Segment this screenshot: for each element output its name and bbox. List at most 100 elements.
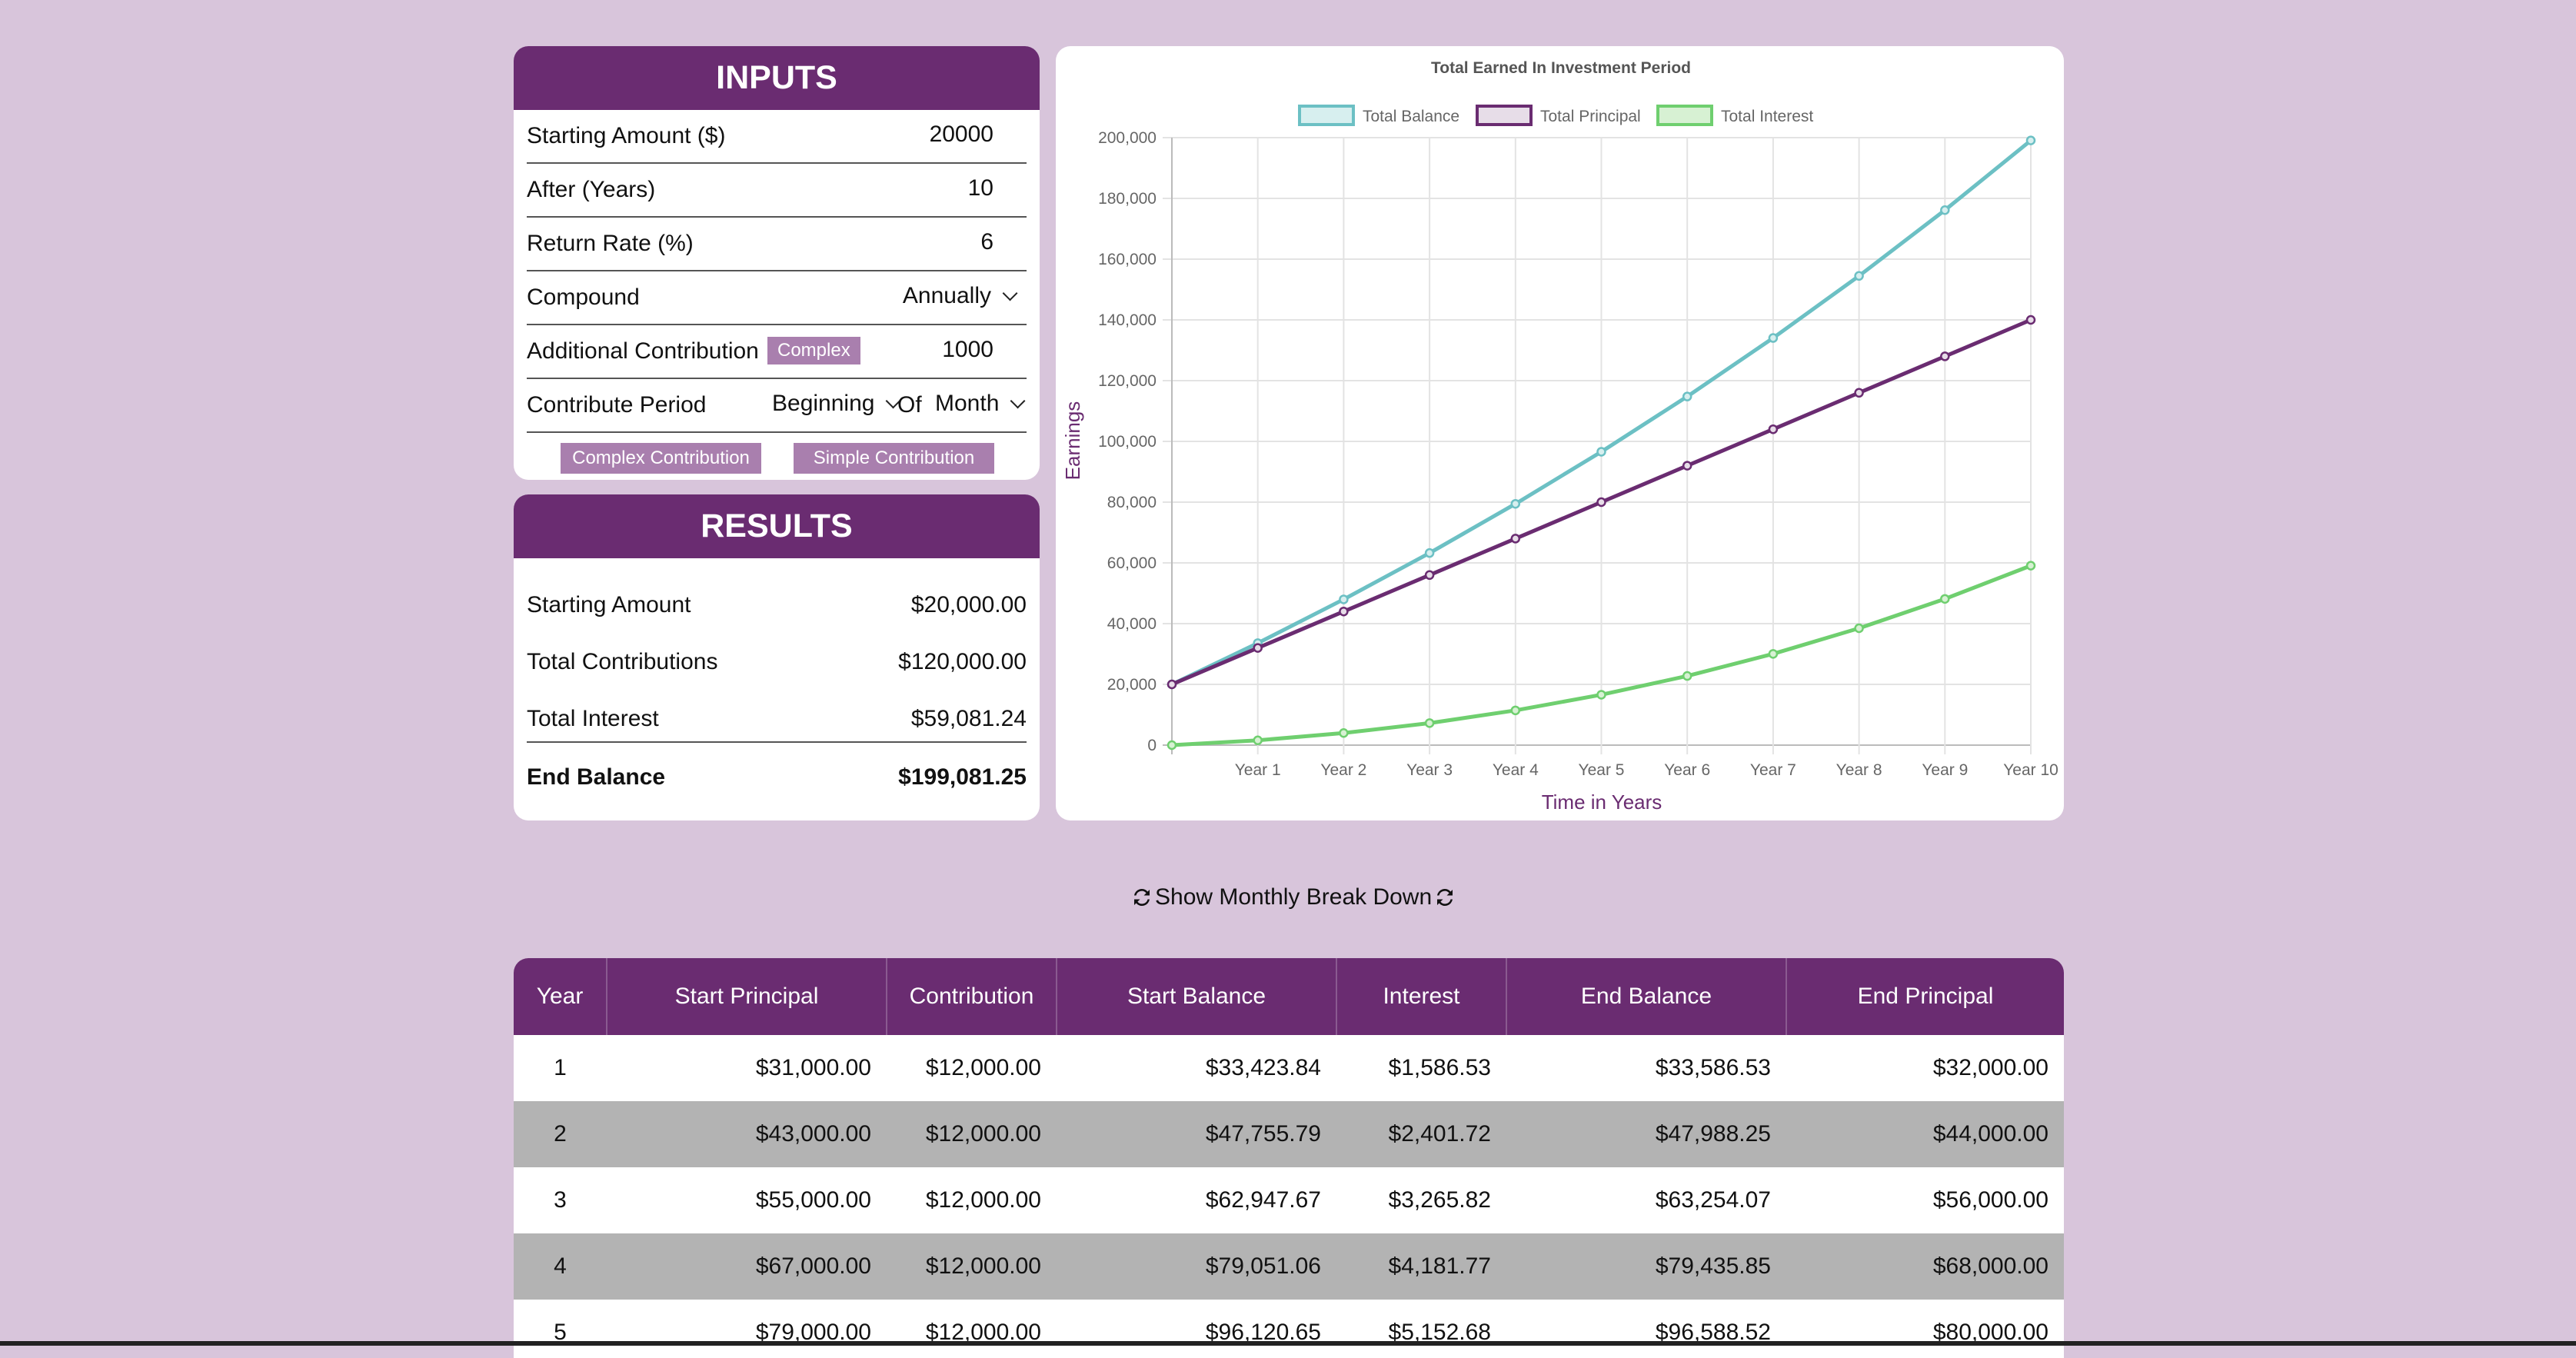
table-cell: $56,000.00: [1932, 1187, 2048, 1213]
y-tick-label: 140,000: [1098, 311, 1157, 329]
result-starting-amount: Starting Amount $20,000.00: [527, 581, 1027, 627]
chart-title: Total Earned In Investment Period: [1431, 59, 1691, 77]
legend-swatch: [1476, 105, 1533, 126]
compound-select[interactable]: Annually: [902, 283, 1018, 309]
window-bottom-edge: [0, 1341, 2576, 1346]
y-tick-label: 120,000: [1098, 372, 1157, 390]
y-tick-label: 20,000: [1107, 676, 1157, 694]
contribution-row: Additional Contribution Complex 1000: [527, 325, 1027, 379]
period-unit-value: Month: [935, 391, 1000, 416]
table-cell: $47,755.79: [1057, 1101, 1336, 1167]
period-label: Contribute Period: [527, 392, 707, 418]
data-point: [2025, 315, 2036, 325]
data-point: [1253, 735, 1263, 745]
x-tick-label: Year 1: [1235, 761, 1281, 779]
data-point: [1940, 205, 1950, 215]
table-cell: $55,000.00: [755, 1187, 871, 1213]
table-cell: $63,254.07: [1655, 1187, 1771, 1213]
x-tick-label: Year 3: [1406, 761, 1453, 779]
result-value: $59,081.24: [910, 706, 1027, 731]
table-cell: $4,181.77: [1336, 1233, 1506, 1300]
table-cell: $62,947.67: [1205, 1187, 1321, 1213]
table-cell: $67,000.00: [607, 1233, 887, 1300]
data-point: [1339, 594, 1349, 604]
table-cell: $31,000.00: [755, 1055, 871, 1080]
rate-input[interactable]: 6: [980, 229, 993, 255]
period-start-value: Beginning: [772, 391, 875, 416]
y-tick-label: 160,000: [1098, 251, 1157, 268]
table-row: 1 $31,000.00 $12,000.00 $33,423.84 $1,58…: [514, 1035, 2064, 1101]
column-header: End Principal: [1786, 958, 2064, 1035]
data-point: [2025, 135, 2036, 145]
legend-label: Total Principal: [1540, 108, 1641, 125]
contribution-label: Additional Contribution: [527, 338, 759, 364]
table-cell: $12,000.00: [925, 1187, 1041, 1213]
y-tick-label: 180,000: [1098, 190, 1157, 208]
simple-contribution-button[interactable]: Simple Contribution: [794, 443, 994, 474]
complex-tag-button[interactable]: Complex: [767, 337, 860, 364]
data-point: [1339, 727, 1349, 738]
data-point: [1510, 498, 1521, 509]
data-point: [1940, 351, 1950, 361]
table-cell: $12,000.00: [925, 1055, 1041, 1080]
y-tick-label: 40,000: [1107, 615, 1157, 633]
complex-contribution-button[interactable]: Complex Contribution: [561, 443, 761, 474]
result-end-balance: End Balance $199,081.25: [527, 754, 1027, 800]
rate-row: Return Rate (%) 6: [527, 218, 1027, 271]
years-label: After (Years): [527, 177, 656, 202]
table-cell: $80,000.00: [1932, 1320, 2048, 1345]
data-point: [1424, 548, 1435, 558]
period-start-select[interactable]: Beginning: [772, 391, 901, 417]
period-row: Contribute Period Beginning Of Month: [527, 379, 1027, 433]
data-point: [1424, 570, 1435, 581]
data-point: [1682, 391, 1692, 401]
table-cell: $32,000.00: [1932, 1055, 2048, 1080]
table-cell: $47,988.25: [1506, 1101, 1786, 1167]
y-tick-label: 80,000: [1107, 494, 1157, 511]
starting-amount-label: Starting Amount ($): [527, 123, 726, 148]
table-cell: $33,423.84: [1205, 1055, 1321, 1080]
years-row: After (Years) 10: [527, 164, 1027, 218]
data-point: [1940, 594, 1950, 604]
monthly-breakdown-toggle[interactable]: Show Monthly Break Down: [1130, 884, 1456, 910]
compound-value: Annually: [902, 283, 991, 308]
column-header: Start Principal: [606, 958, 887, 1035]
yearly-table-card: Year Start Principal Contribution Start …: [514, 958, 2064, 1358]
data-point: [1768, 424, 1779, 434]
x-tick-label: Year 2: [1320, 761, 1366, 779]
table-cell: 2: [514, 1101, 607, 1167]
table-cell: $12,000.00: [925, 1320, 1041, 1345]
data-point: [1854, 623, 1864, 634]
y-axis-title: Earnings: [1061, 401, 1084, 481]
starting-amount-input[interactable]: 20000: [930, 121, 993, 148]
x-tick-label: Year 10: [2003, 761, 2058, 779]
table-cell: 3: [554, 1187, 567, 1213]
result-label: End Balance: [527, 764, 666, 790]
table-cell: $43,000.00: [607, 1101, 887, 1167]
years-input[interactable]: 10: [968, 175, 993, 201]
table-cell: $79,435.85: [1506, 1233, 1786, 1300]
starting-amount-row: Starting Amount ($) 20000: [527, 110, 1027, 164]
contribution-input[interactable]: 1000: [942, 337, 993, 363]
data-point: [1596, 447, 1606, 457]
chevron-down-icon: [1002, 285, 1018, 301]
table-row: 3 $55,000.00 $12,000.00 $62,947.67 $3,26…: [514, 1167, 2064, 1233]
table-cell: $12,000.00: [887, 1101, 1057, 1167]
data-point: [1854, 271, 1864, 281]
table-cell: 5: [554, 1320, 567, 1345]
data-point: [1596, 690, 1606, 700]
column-header: Contribution: [886, 958, 1057, 1035]
results-card: RESULTS Starting Amount $20,000.00 Total…: [514, 494, 1040, 820]
table-row: 2 $43,000.00 $12,000.00 $47,755.79 $2,40…: [514, 1101, 2064, 1167]
result-label: Total Interest: [527, 706, 659, 731]
x-tick-label: Year 4: [1493, 761, 1539, 779]
refresh-icon: [1134, 888, 1150, 907]
data-point: [1510, 534, 1521, 544]
result-value: $199,081.25: [898, 764, 1027, 790]
table-cell: 4: [514, 1233, 607, 1300]
legend-swatch: [1656, 105, 1713, 126]
x-tick-label: Year 8: [1836, 761, 1882, 779]
rate-label: Return Rate (%): [527, 231, 694, 256]
period-unit-select[interactable]: Month: [935, 391, 1026, 417]
legend-label: Total Balance: [1363, 108, 1459, 125]
